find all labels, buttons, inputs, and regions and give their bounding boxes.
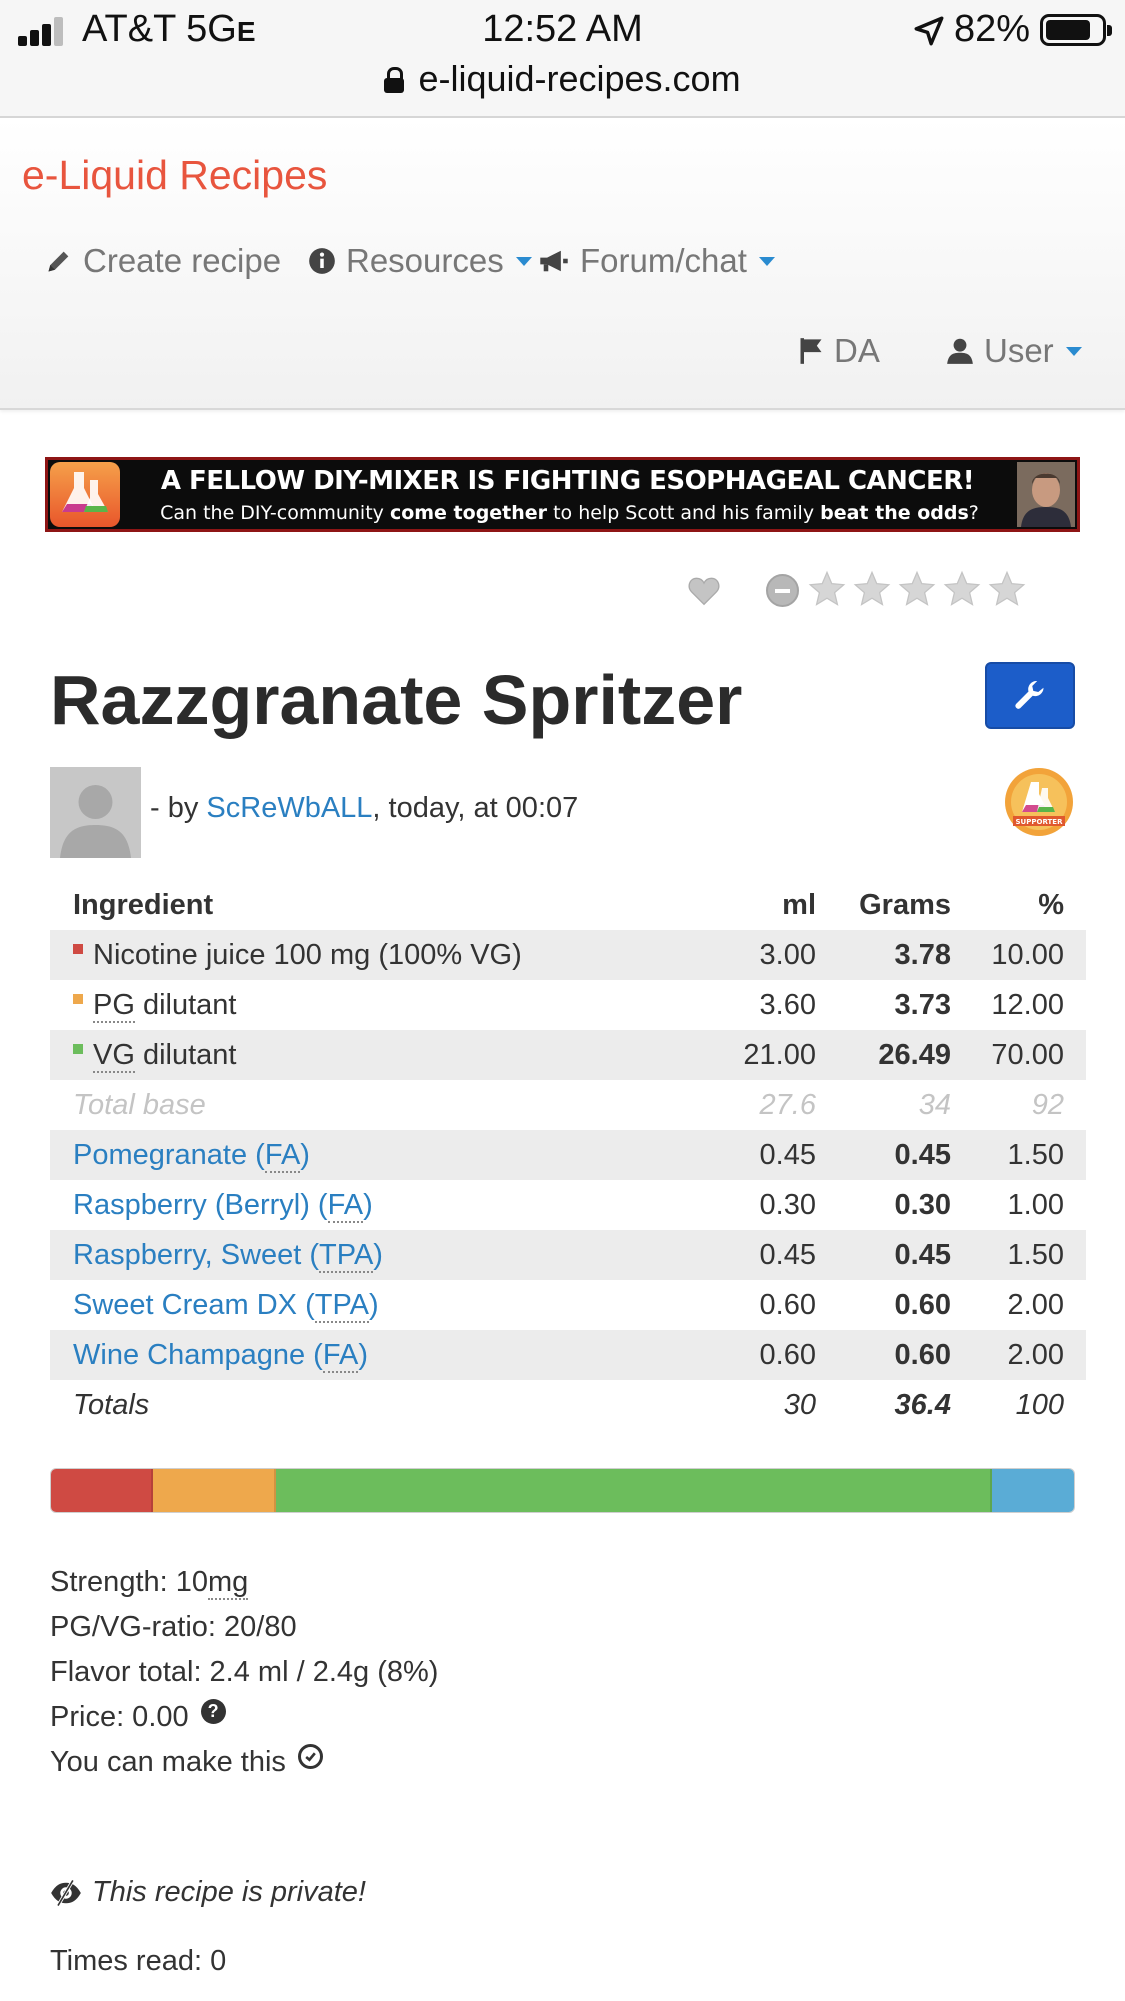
ingredient-table: Ingredient ml Grams % Nicotine juice 100… bbox=[50, 880, 1086, 1430]
site-navbar: e-Liquid Recipes Create recipe Resources… bbox=[0, 118, 1125, 410]
question-icon[interactable]: ? bbox=[200, 1699, 226, 1724]
banner-subline: Can the DIY-community come together to h… bbox=[160, 502, 979, 524]
price-stat: Price: 0.00? bbox=[50, 1695, 438, 1740]
mix-segment-vg bbox=[276, 1469, 993, 1512]
user-icon bbox=[947, 338, 973, 364]
clear-rating-icon[interactable] bbox=[766, 574, 799, 607]
rating-star-icon[interactable] bbox=[943, 570, 981, 608]
chevron-down-icon bbox=[1065, 346, 1082, 356]
flavor-link[interactable]: Wine Champagne (FA) bbox=[73, 1339, 368, 1373]
flavor-row: Raspberry (Berryl) (FA) 0.30 0.30 1.00 bbox=[73, 1189, 1064, 1223]
recipe-title: Razzgranate Spritzer bbox=[50, 661, 743, 739]
nav-language-label: DA bbox=[834, 332, 880, 369]
rating-star-icon[interactable] bbox=[988, 570, 1026, 608]
author-avatar[interactable] bbox=[50, 767, 141, 858]
flavor-link[interactable]: Raspberry, Sweet (TPA) bbox=[73, 1239, 383, 1273]
battery-percent: 82% bbox=[954, 8, 1031, 50]
nav-create-recipe[interactable]: Create recipe bbox=[45, 242, 281, 280]
url-text: e-liquid-recipes.com bbox=[418, 58, 741, 99]
mix-segment-pg bbox=[153, 1469, 277, 1512]
heart-icon[interactable] bbox=[688, 576, 720, 606]
author-byline: - by ScReWbALL, today, at 00:07 bbox=[150, 792, 579, 824]
header-ml: ml bbox=[782, 889, 816, 921]
site-brand[interactable]: e-Liquid Recipes bbox=[22, 152, 327, 199]
nav-resources[interactable]: Resources bbox=[308, 242, 532, 280]
lock-icon bbox=[384, 67, 405, 93]
private-notice: This recipe is private! bbox=[50, 1876, 366, 1909]
totals-row: Totals 30 36.4 100 bbox=[73, 1389, 1064, 1421]
can-make-stat: You can make this bbox=[50, 1740, 438, 1785]
total-base-row: Total base 27.6 34 92 bbox=[73, 1089, 1064, 1121]
rating-star-icon[interactable] bbox=[898, 570, 936, 608]
flavor-row: Raspberry, Sweet (TPA) 0.45 0.45 1.50 bbox=[50, 1230, 1086, 1280]
color-swatch bbox=[73, 994, 83, 1004]
flavor-link[interactable]: Sweet Cream DX (TPA) bbox=[73, 1289, 379, 1323]
nav-resources-label: Resources bbox=[346, 242, 504, 279]
nav-forum[interactable]: Forum/chat bbox=[538, 242, 775, 280]
edit-tools-button[interactable] bbox=[985, 662, 1075, 729]
banner-photo bbox=[1017, 462, 1075, 527]
table-row: Nicotine juice 100 mg (100% VG) 3.00 3.7… bbox=[50, 930, 1086, 980]
info-icon bbox=[309, 248, 335, 274]
chevron-down-icon bbox=[758, 256, 775, 266]
header-ingredient: Ingredient bbox=[73, 889, 214, 921]
check-circle-icon bbox=[297, 1744, 323, 1769]
nav-forum-label: Forum/chat bbox=[580, 242, 747, 279]
strength-stat: Strength: 10 mg bbox=[50, 1565, 249, 1600]
eye-slash-icon bbox=[51, 1879, 81, 1906]
supporter-badge-icon: SUPPORTER bbox=[1005, 768, 1073, 836]
table-header: Ingredient ml Grams % bbox=[50, 880, 1086, 930]
status-bar: AT&T 5GE 12:52 AM 82% e-liquid-recipes.c… bbox=[0, 0, 1125, 118]
color-swatch bbox=[73, 1044, 83, 1054]
nav-create-recipe-label: Create recipe bbox=[83, 242, 282, 279]
megaphone-icon bbox=[540, 250, 568, 272]
flavor-row: Pomegranate (FA) 0.45 0.45 1.50 bbox=[50, 1130, 1086, 1180]
wrench-icon bbox=[1015, 680, 1044, 709]
nav-user-label: User bbox=[984, 332, 1054, 369]
header-grams: Grams bbox=[859, 889, 951, 921]
rating-star-icon[interactable] bbox=[853, 570, 891, 608]
nav-language[interactable]: DA bbox=[798, 332, 880, 370]
flavor-link[interactable]: Pomegranate (FA) bbox=[73, 1139, 310, 1173]
author-link[interactable]: ScReWbALL bbox=[206, 792, 372, 824]
nav-user[interactable]: User bbox=[946, 332, 1082, 370]
rating-star-icon[interactable] bbox=[808, 570, 846, 608]
color-swatch bbox=[73, 944, 83, 954]
url-bar[interactable]: e-liquid-recipes.com bbox=[0, 58, 1125, 100]
flavor-row: Sweet Cream DX (TPA) 0.60 0.60 2.00 bbox=[73, 1289, 1064, 1323]
flavor-total-stat: Flavor total: 2.4 ml / 2.4g (8%) bbox=[50, 1656, 439, 1688]
ratio-stat: PG/VG-ratio: 20/80 bbox=[50, 1611, 297, 1643]
pencil-icon bbox=[48, 251, 69, 272]
battery-icon bbox=[1040, 14, 1112, 46]
cancer-support-banner[interactable]: A FELLOW DIY-MIXER IS FIGHTING ESOPHAGEA… bbox=[45, 457, 1080, 532]
recipe-stats: Strength: 10 mg PG/VG-ratio: 20/80 Flavo… bbox=[50, 1560, 438, 1785]
mix-segment-flavor bbox=[992, 1469, 1074, 1512]
svg-text:SUPPORTER: SUPPORTER bbox=[1016, 818, 1064, 826]
mix-proportion-bar bbox=[50, 1468, 1075, 1513]
chevron-down-icon bbox=[515, 256, 532, 266]
location-arrow-icon bbox=[914, 16, 944, 46]
mix-segment-nicotine bbox=[51, 1469, 154, 1512]
flask-logo-icon bbox=[50, 462, 120, 527]
flavor-link[interactable]: Raspberry (Berryl) (FA) bbox=[73, 1189, 373, 1223]
flag-icon bbox=[800, 338, 822, 364]
table-row: PG dilutant 3.60 3.73 12.00 bbox=[50, 980, 1086, 1030]
table-row: VG dilutant 21.00 26.49 70.00 bbox=[50, 1030, 1086, 1080]
banner-headline: A FELLOW DIY-MIXER IS FIGHTING ESOPHAGEA… bbox=[160, 466, 975, 496]
flavor-row: Wine Champagne (FA) 0.60 0.60 2.00 bbox=[50, 1330, 1086, 1380]
times-read: Times read: 0 bbox=[50, 1945, 227, 1977]
header-percent: % bbox=[1038, 889, 1064, 921]
